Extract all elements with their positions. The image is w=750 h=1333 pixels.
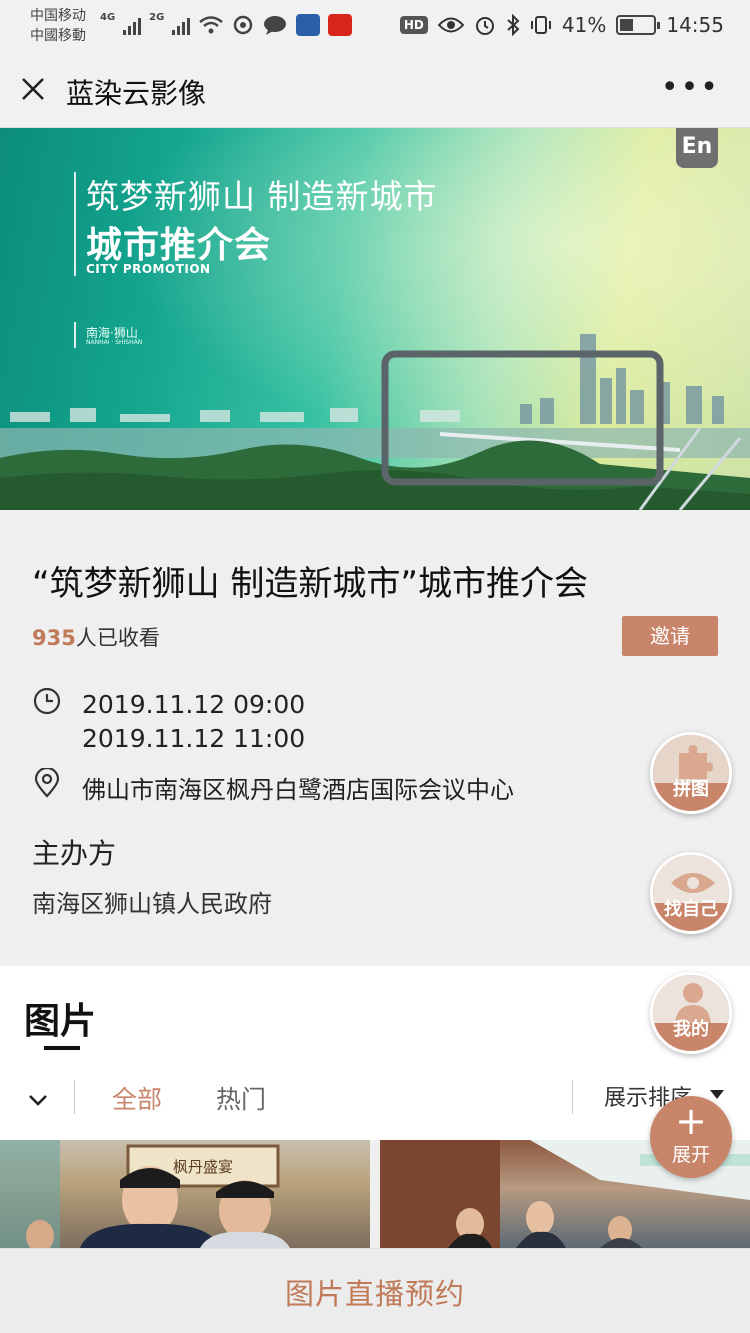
banner-divider: [74, 172, 76, 276]
divider: [572, 1080, 573, 1114]
event-info: “筑梦新狮山 制造新城市”城市推介会 935人已收看 邀请 2019.11.12…: [0, 510, 750, 966]
photo-scene: 枫丹盛宴: [0, 1140, 290, 1248]
battery-icon: [616, 15, 661, 35]
plus-icon: +: [675, 1099, 707, 1143]
banner-english-title: CITY PROMOTION: [86, 262, 211, 276]
puzzle-button[interactable]: 拼图: [650, 732, 732, 814]
wifi-icon: [199, 16, 224, 34]
status-bar: 中国移动 中國移動 4G 2G HD 41% 14:55: [0, 0, 750, 52]
network-type-2: 2G: [149, 12, 165, 23]
eye-icon: [437, 17, 464, 33]
title-bar: 蓝染云影像 •••: [0, 52, 750, 128]
view-count-label: 人已收看: [75, 626, 160, 650]
clock: 14:55: [666, 13, 724, 37]
network-type-1: 4G: [100, 12, 116, 23]
view-count: 935人已收看: [32, 622, 160, 652]
banner-subtitle: 筑梦新狮山 制造新城市: [86, 177, 438, 216]
caret-down-icon[interactable]: [710, 1090, 724, 1099]
close-icon[interactable]: [18, 74, 48, 104]
mine-label: 我的: [673, 1019, 709, 1040]
expand-label: 展开: [671, 1144, 710, 1166]
sync-icon: [234, 15, 253, 35]
banner-main-title: 城市推介会: [86, 225, 272, 266]
start-time: 2019.11.12 09:00: [82, 690, 306, 719]
find-self-label: 找自己: [664, 899, 718, 920]
divider: [74, 1080, 75, 1114]
banner-location-en: NANHAI · SHISHAN: [86, 339, 143, 346]
clock-icon: [33, 687, 61, 715]
photo-filter-bar: 全部 热门 展示排序: [0, 1070, 750, 1132]
chat-icon: [264, 16, 287, 35]
bluetooth-icon: [507, 14, 520, 36]
tab-all[interactable]: 全部: [112, 1080, 162, 1116]
location-pin-icon: [34, 768, 60, 798]
find-self-button[interactable]: 找自己: [650, 852, 732, 934]
battery-percent: 41%: [561, 13, 607, 37]
host-name: 南海区狮山镇人民政府: [32, 890, 272, 918]
heading-underline: [44, 1046, 80, 1050]
puzzle-icon: [679, 745, 713, 779]
carrier-names: 中国移动 中國移動: [30, 6, 86, 46]
alarm-icon: [475, 17, 494, 35]
page-title: 蓝染云影像: [66, 77, 207, 110]
vibrate-icon: [530, 16, 551, 34]
hd-icon: HD: [399, 16, 428, 34]
signal-icon: [123, 15, 142, 35]
app-icon: [328, 14, 353, 36]
language-toggle-button[interactable]: En: [676, 128, 718, 168]
photo-sign-text: 枫丹盛宴: [173, 1158, 233, 1176]
host-heading: 主办方: [32, 837, 117, 870]
invite-button[interactable]: 邀请: [622, 616, 718, 656]
end-time: 2019.11.12 11:00: [82, 724, 306, 753]
banner-divider: [74, 322, 76, 348]
more-icon[interactable]: •••: [661, 73, 720, 103]
carrier-1: 中国移动: [30, 8, 86, 24]
tab-popular[interactable]: 热门: [216, 1080, 266, 1116]
mine-button[interactable]: 我的: [650, 972, 732, 1054]
status-icons-right: HD 41% 14:55: [399, 10, 724, 40]
view-count-number: 935: [32, 626, 76, 650]
status-icons-left: 4G 2G: [100, 10, 353, 40]
eye-icon: [671, 873, 715, 893]
photos-section: 图片 全部 热门 展示排序: [0, 966, 750, 1140]
reserve-live-photos-button[interactable]: 图片直播预约: [0, 1248, 750, 1333]
chevron-down-icon[interactable]: [26, 1088, 50, 1112]
photos-heading: 图片: [24, 1001, 97, 1042]
photo-thumbnail[interactable]: 枫丹盛宴: [0, 1140, 370, 1248]
reserve-label: 图片直播预约: [284, 1277, 465, 1311]
carrier-2: 中國移動: [30, 28, 86, 44]
signal-icon: [172, 15, 191, 35]
event-address: 佛山市南海区枫丹白鹭酒店国际会议中心: [82, 776, 514, 804]
puzzle-label: 拼图: [673, 779, 709, 800]
event-banner: 筑梦新狮山 制造新城市 城市推介会 CITY PROMOTION 南海·狮山 N…: [0, 128, 750, 510]
event-title: “筑梦新狮山 制造新城市”城市推介会: [32, 564, 589, 604]
expand-button[interactable]: + 展开: [650, 1096, 732, 1178]
app-icon: [296, 14, 321, 36]
